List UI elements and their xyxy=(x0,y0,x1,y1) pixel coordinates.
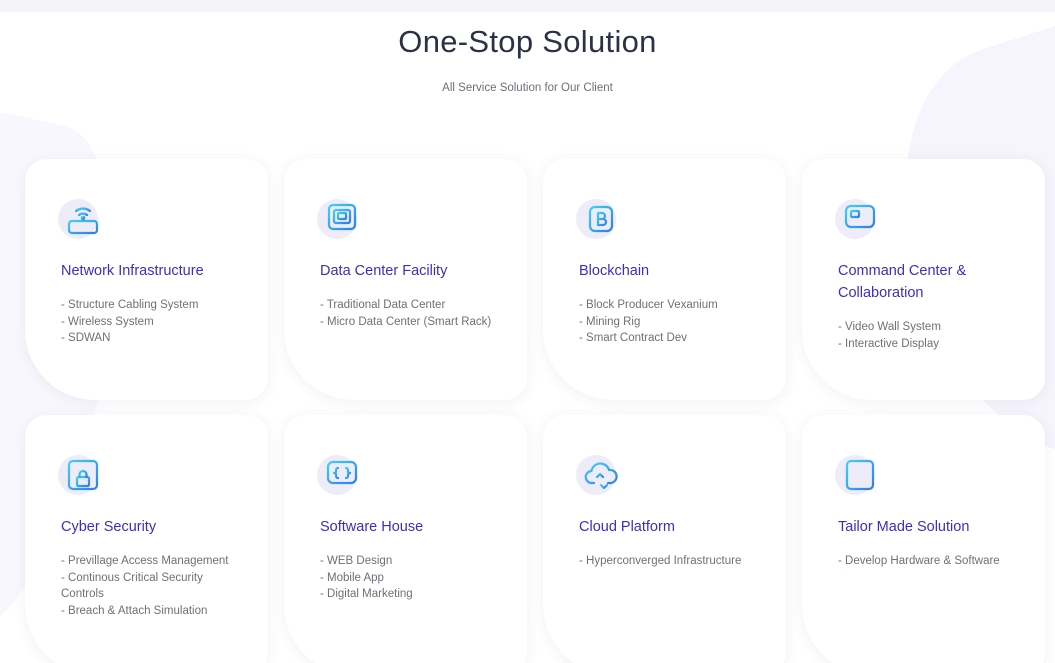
service-card-cloud-platform[interactable]: Cloud Platform - Hyperconverged Infrastr… xyxy=(543,415,786,663)
card-items: - Develop Hardware & Software xyxy=(838,553,1025,570)
card-title: Tailor Made Solution xyxy=(838,519,970,535)
card-items: - Previllage Access Management - Contino… xyxy=(61,553,248,619)
service-card-blockchain[interactable]: Blockchain - Block Producer Vexanium - M… xyxy=(543,159,786,400)
services-section: One-Stop Solution All Service Solution f… xyxy=(0,0,1055,663)
list-item: - Interactive Display xyxy=(838,337,939,350)
card-title: Data Center Facility xyxy=(320,263,448,279)
card-items: - Traditional Data Center - Micro Data C… xyxy=(320,297,507,330)
card-items: - WEB Design - Mobile App - Digital Mark… xyxy=(320,553,507,603)
card-title: Command Center & Collaboration xyxy=(838,263,967,301)
list-item: - Block Producer Vexanium xyxy=(579,299,718,311)
list-item: - Smart Contract Dev xyxy=(579,332,687,344)
list-item: - Video Wall System xyxy=(838,321,941,333)
network-router-icon xyxy=(58,197,101,241)
card-items: - Hyperconverged Infrastructure xyxy=(579,553,766,570)
services-grid: Network Infrastructure - Structure Cabli… xyxy=(25,159,1045,663)
service-card-tailor-made-solution[interactable]: Tailor Made Solution - Develop Hardware … xyxy=(802,415,1045,663)
list-item: - SDWAN xyxy=(61,332,111,344)
list-item: - Hyperconverged Infrastructure xyxy=(579,555,742,567)
service-card-software-house[interactable]: Software House - WEB Design - Mobile App… xyxy=(284,415,527,663)
service-card-command-center[interactable]: Command Center & Collaboration - Video W… xyxy=(802,159,1045,400)
service-card-network-infrastructure[interactable]: Network Infrastructure - Structure Cabli… xyxy=(25,159,268,400)
data-center-icon xyxy=(317,197,360,241)
service-card-cyber-security[interactable]: Cyber Security - Previllage Access Manag… xyxy=(25,415,268,663)
list-item: - Mining Rig xyxy=(579,315,641,328)
tailor-made-document-icon xyxy=(835,453,878,497)
list-item: - Digital Marketing xyxy=(320,588,413,600)
service-card-data-center-facility[interactable]: Data Center Facility - Traditional Data … xyxy=(284,159,527,400)
page-title: One-Stop Solution xyxy=(398,24,657,59)
page-subtitle: All Service Solution for Our Client xyxy=(442,82,613,94)
list-item: - Wireless System xyxy=(61,315,154,328)
top-bar xyxy=(0,0,1055,12)
card-items: - Video Wall System - Interactive Displa… xyxy=(838,319,1025,352)
list-item: - Breach & Attach Simulation xyxy=(61,604,208,617)
card-title: Network Infrastructure xyxy=(61,263,204,279)
blockchain-chip-icon xyxy=(576,197,619,241)
card-items: - Block Producer Vexanium - Mining Rig -… xyxy=(579,297,766,347)
command-center-monitor-icon xyxy=(835,197,878,241)
card-title: Blockchain xyxy=(579,263,650,279)
card-title: Software House xyxy=(320,519,424,535)
card-items: - Structure Cabling System - Wireless Sy… xyxy=(61,297,248,347)
cloud-upload-icon xyxy=(576,453,619,497)
card-title: Cloud Platform xyxy=(579,519,675,535)
list-item: - Previllage Access Management xyxy=(61,555,229,567)
cyber-security-lock-icon xyxy=(58,453,101,497)
software-code-icon xyxy=(317,453,360,497)
list-item: - WEB Design xyxy=(320,555,393,567)
list-item: - Develop Hardware & Software xyxy=(838,555,1000,567)
list-item: - Mobile App xyxy=(320,571,384,584)
list-item: - Structure Cabling System xyxy=(61,299,199,311)
card-title: Cyber Security xyxy=(61,519,157,535)
list-item: - Traditional Data Center xyxy=(320,299,446,311)
list-item: - Continous Critical Security Controls xyxy=(61,571,203,601)
list-item: - Micro Data Center (Smart Rack) xyxy=(320,315,492,328)
